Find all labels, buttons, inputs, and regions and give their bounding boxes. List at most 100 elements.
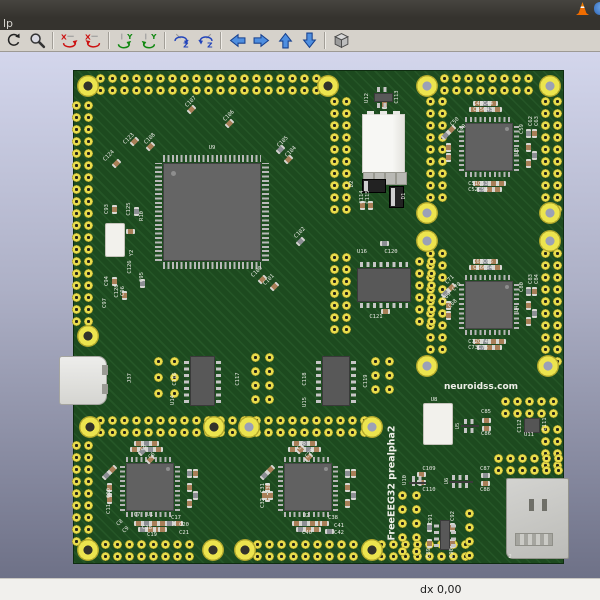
capacitor (496, 180, 506, 186)
through-hole-pad (437, 260, 447, 270)
through-hole-pad (552, 96, 562, 106)
ortho-projection-button[interactable] (329, 30, 353, 51)
silkscreen-label: C32 (260, 498, 266, 508)
through-hole-pad (83, 512, 93, 522)
adc-chip (120, 457, 180, 517)
through-hole-pad (71, 512, 81, 522)
through-hole-pad (83, 148, 93, 158)
rotate-y-ccw-button[interactable]: Y (137, 30, 161, 51)
through-hole-pad (299, 73, 309, 83)
through-hole-pad (500, 396, 510, 406)
through-hole-pad (552, 344, 562, 354)
through-hole-pad (329, 120, 339, 130)
silkscreen-label: C30 (266, 483, 272, 493)
micro-sd-slot (506, 478, 569, 559)
through-hole-pad (329, 108, 339, 118)
through-hole-pad (250, 352, 260, 362)
through-hole-pad (552, 424, 562, 434)
through-hole-pad (83, 256, 93, 266)
through-hole-pad (552, 284, 562, 294)
through-hole-pad (155, 73, 165, 83)
svg-text:X: X (61, 32, 67, 41)
zoom-fit-button[interactable] (25, 30, 49, 51)
through-hole-pad (71, 452, 81, 462)
silkscreen-label: U1 (146, 512, 154, 518)
through-hole-pad (100, 551, 110, 561)
rotate-y-cw-button[interactable]: Y (113, 30, 137, 51)
through-hole-pad (329, 288, 339, 298)
rotate-x-cw-button[interactable]: X (57, 30, 81, 51)
pan-right-button[interactable] (249, 30, 273, 51)
through-hole-pad (71, 184, 81, 194)
svg-text:Z: Z (207, 40, 213, 49)
through-hole-pad (552, 308, 562, 318)
through-hole-pad (83, 304, 93, 314)
rotate-z-ccw-icon: Z (197, 33, 213, 49)
through-hole-pad (83, 268, 93, 278)
rotate-y-cw-icon: Y (117, 32, 133, 49)
reload-view-button[interactable] (1, 30, 25, 51)
rotate-x-ccw-button[interactable]: X (81, 30, 105, 51)
silkscreen-label: Y2 (129, 249, 135, 257)
through-hole-pad (71, 524, 81, 534)
adc-chip (459, 275, 519, 335)
through-hole-pad (540, 192, 550, 202)
through-hole-pad (71, 500, 81, 510)
capacitor (133, 206, 139, 216)
through-hole-pad (119, 73, 129, 83)
through-hole-pad (517, 453, 527, 463)
silkscreen-label: C115 (365, 190, 371, 204)
mounting-hole (77, 325, 99, 347)
crystal-y2 (105, 223, 125, 257)
through-hole-pad (71, 124, 81, 134)
through-hole-pad (264, 380, 274, 390)
capacitor (440, 130, 450, 140)
rotate-z-cw-button[interactable]: Z (169, 30, 193, 51)
rotate-z-ccw-button[interactable]: Z (193, 30, 217, 51)
silkscreen-label: C92 (450, 511, 456, 521)
through-hole-pad (425, 108, 435, 118)
silkscreen-label: U2 (302, 513, 310, 519)
through-hole-pad (275, 73, 285, 83)
pan-down-button[interactable] (297, 30, 321, 51)
soic-chip (434, 520, 456, 550)
system-tray (576, 0, 600, 17)
tray-app-icon-partial[interactable] (594, 2, 600, 15)
capacitor (525, 316, 531, 326)
through-hole-pad (143, 427, 153, 437)
through-hole-pad (299, 85, 309, 95)
through-hole-pad (275, 85, 285, 95)
silkscreen-label: U16 (357, 249, 367, 255)
through-hole-pad (167, 73, 177, 83)
capacitor (350, 490, 356, 500)
silkscreen-label: U11 (524, 432, 534, 438)
through-hole-pad (511, 85, 521, 95)
through-hole-pad (107, 415, 117, 425)
pan-left-button[interactable] (225, 30, 249, 51)
vlc-tray-icon[interactable] (576, 2, 589, 15)
through-hole-pad (299, 427, 309, 437)
capacitor (445, 142, 451, 152)
silkscreen-label: C95 (139, 272, 145, 282)
through-hole-pad (341, 204, 351, 214)
capacitor (481, 417, 491, 423)
through-hole-pad (83, 488, 93, 498)
through-hole-pad (426, 268, 436, 278)
mounting-hole (79, 416, 101, 438)
through-hole-pad (71, 256, 81, 266)
through-hole-pad (71, 292, 81, 302)
silkscreen-label: C96 (120, 286, 126, 296)
through-hole-pad (124, 551, 134, 561)
viewport-3d[interactable]: neuroidss.com FreeEEG32 prealpha2 U9 C107… (0, 52, 600, 578)
capacitor (192, 490, 198, 500)
through-hole-pad (227, 85, 237, 95)
through-hole-pad (540, 144, 550, 154)
pan-up-button[interactable] (273, 30, 297, 51)
through-hole-pad (464, 522, 474, 532)
menu-help-partial[interactable]: lp (3, 17, 13, 30)
silkscreen-label: U12 (364, 93, 370, 103)
silkscreen-label: C90 (449, 548, 455, 558)
through-hole-pad (83, 100, 93, 110)
capacitor (111, 158, 121, 168)
mounting-hole (537, 355, 559, 377)
